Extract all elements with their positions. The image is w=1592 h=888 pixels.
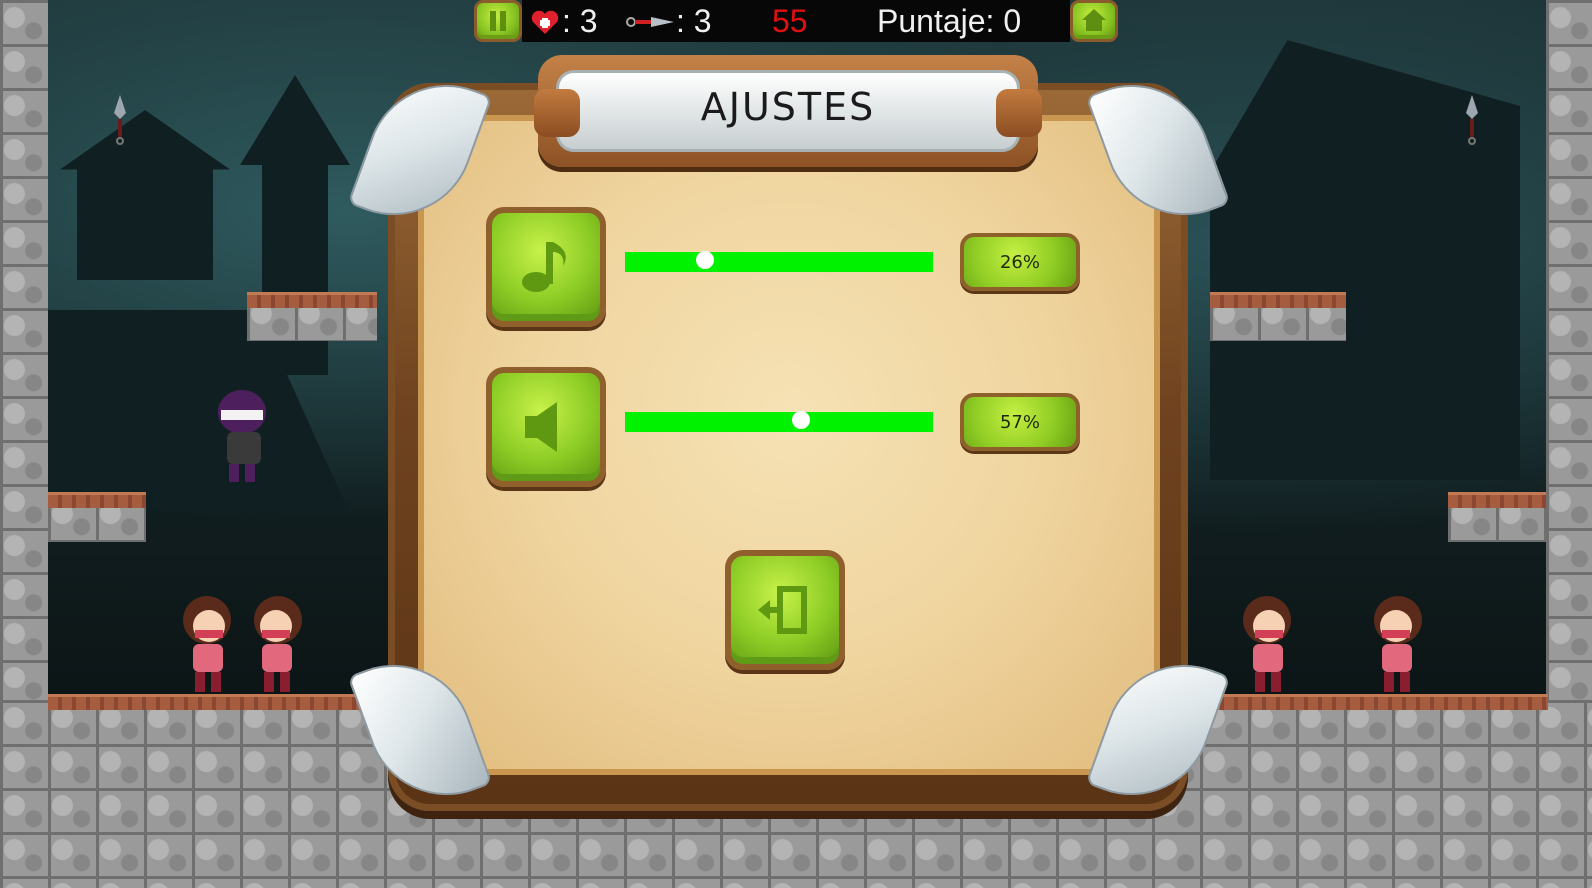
enemy-kunoichi (254, 596, 302, 692)
home-icon (1082, 9, 1106, 31)
sound-toggle-button[interactable] (486, 367, 606, 487)
kunai-left-icon (114, 95, 126, 145)
pause-icon (490, 11, 506, 31)
sound-volume-slider[interactable] (625, 411, 933, 432)
player-ninja (218, 390, 266, 482)
title-clip-left (534, 89, 580, 137)
music-volume-value: 26% (960, 233, 1080, 291)
sound-slider-thumb[interactable] (791, 411, 810, 429)
sound-volume-value: 57% (960, 393, 1080, 451)
hud-pause-button[interactable] (474, 0, 522, 42)
music-volume-slider[interactable] (625, 251, 933, 272)
shuriken-counter: : 3 (676, 3, 712, 39)
kunai-ammo-icon (626, 17, 674, 27)
settings-dialog: AJUSTES 26% 57% (347, 55, 1231, 825)
exit-button[interactable] (725, 550, 845, 670)
ledge-mid-left-edge (48, 492, 146, 508)
music-slider-thumb[interactable] (696, 251, 715, 269)
title-plate: AJUSTES (534, 55, 1042, 167)
hud-bar: : 3 : 3 55 Puntaje: 0 (474, 0, 1118, 42)
enemy-kunoichi (1243, 596, 1291, 692)
settings-title: AJUSTES (700, 85, 876, 129)
music-toggle-button[interactable] (486, 207, 606, 327)
music-note-icon (522, 242, 566, 292)
kunai-right-icon (1466, 95, 1478, 145)
exit-door-icon (758, 586, 807, 634)
speaker-icon (525, 402, 557, 452)
title-plate-inner: AJUSTES (556, 70, 1020, 152)
ledge-upper-right-edge (1210, 292, 1346, 308)
enemy-kunoichi (1374, 596, 1422, 692)
hud-home-button[interactable] (1070, 0, 1118, 42)
level-timer: 55 (772, 3, 808, 39)
ledge-mid-right-edge (1448, 492, 1546, 508)
score-label: Puntaje: 0 (877, 3, 1022, 39)
enemy-kunoichi (183, 596, 231, 692)
heart-icon (531, 10, 559, 34)
lives-counter: : 3 (562, 3, 598, 39)
ledge-upper-left-edge (247, 292, 377, 308)
title-clip-right (996, 89, 1042, 137)
